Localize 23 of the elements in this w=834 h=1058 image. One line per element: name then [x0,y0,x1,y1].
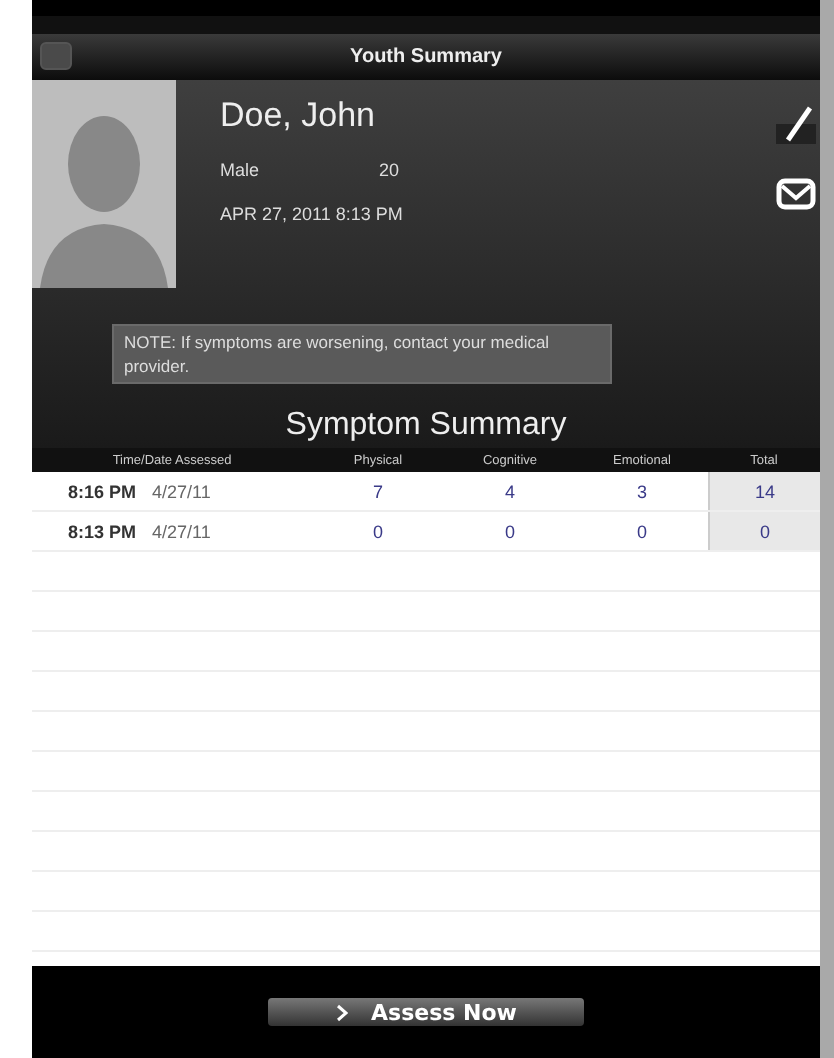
table-cell-text: 0 [634,521,649,541]
table-cell-text: 4 [502,481,517,501]
chevron-icon [335,1003,348,1021]
table-cell-text: 0 [370,521,385,541]
total-cell: 14 [708,472,820,510]
date-label: APR 27, 2011 8:13 PM [220,204,405,224]
gender-label: Male [220,160,260,180]
total-cell: 0 [708,512,820,550]
table-cell-text: 0 [502,521,517,541]
date-text: 4/27/11 [152,481,211,501]
edit-icon[interactable] [776,104,816,150]
table-cell-text: 3 [634,481,649,501]
assess-now-button[interactable]: Assess Now [268,998,584,1026]
mail-icon[interactable] [776,178,816,216]
age-label: 20 [379,160,400,180]
note-text: NOTE: If symptoms are worsening, contact your medical provider. [112,324,612,384]
patient-name: Doe, John [220,96,377,136]
table-cell-text: 7 [370,481,385,501]
time-text: 8:13 PM [68,521,137,541]
summary-title: Symptom Summary [283,408,569,444]
time-text: 8:16 PM [68,481,137,501]
date-text: 4/27/11 [152,521,211,541]
nav-title: Youth Summary [350,46,502,68]
